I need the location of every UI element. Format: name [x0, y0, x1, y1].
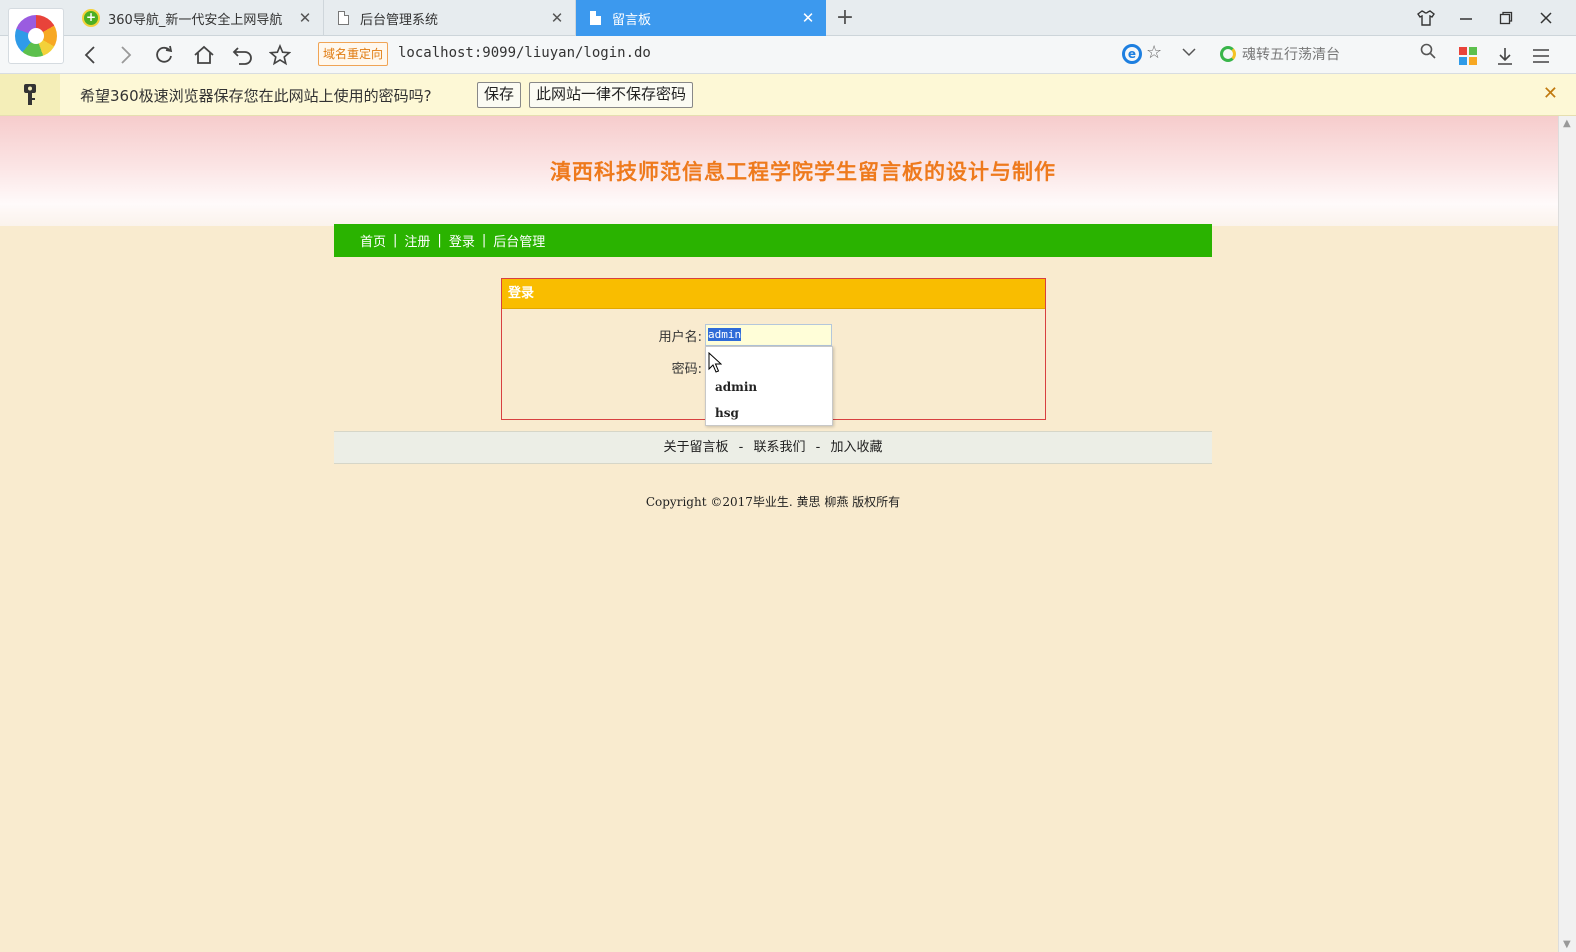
nav-home-link[interactable]: 首页 — [360, 231, 386, 250]
search-box[interactable]: 魂转五行荡清台 — [1214, 42, 1444, 68]
nav-separator: | — [481, 233, 487, 248]
360-nav-icon: + — [82, 9, 100, 27]
scroll-up-icon[interactable]: ▲ — [1563, 118, 1571, 129]
page-banner: 滇西科技师范信息工程学院学生留言板的设计与制作 — [0, 116, 1558, 226]
download-icon[interactable] — [1493, 44, 1517, 68]
bookmark-link[interactable]: 加入收藏 — [830, 440, 882, 455]
site-nav: 首页 | 注册 | 登录 | 后台管理 — [334, 224, 1212, 257]
search-input[interactable]: 魂转五行荡清台 — [1242, 44, 1340, 64]
close-icon[interactable]: ✕ — [1543, 83, 1558, 104]
vertical-scrollbar[interactable]: ▲ ▼ — [1558, 116, 1576, 952]
tab-360-nav[interactable]: + 360导航_新一代安全上网导航 ✕ — [72, 0, 324, 36]
favorites-star-icon[interactable] — [266, 42, 294, 68]
browser-toolbar: 域名重定向 localhost:9099/liuyan/login.do e ☆… — [0, 36, 1576, 74]
apps-icon[interactable] — [1456, 44, 1480, 68]
undo-icon[interactable] — [229, 42, 257, 68]
browser-logo-icon[interactable] — [8, 8, 64, 64]
menu-icon[interactable] — [1529, 44, 1553, 68]
tab-label: 360导航_新一代安全上网导航 — [108, 12, 283, 28]
contact-link[interactable]: 联系我们 — [753, 440, 805, 455]
username-value: admin — [708, 328, 742, 341]
username-input[interactable]: admin — [705, 324, 832, 346]
tab-admin-system[interactable]: 后台管理系统 ✕ — [324, 0, 576, 36]
about-link[interactable]: 关于留言板 — [663, 440, 728, 455]
mouse-cursor-icon — [708, 351, 723, 378]
password-save-message: 希望360极速浏览器保存您在此网站上使用的密码吗? — [80, 87, 432, 105]
login-header: 登录 — [502, 279, 1045, 309]
close-window-button[interactable] — [1526, 0, 1566, 36]
tab-bar: + 360导航_新一代安全上网导航 ✕ 后台管理系统 ✕ 留言板 ✕ + — [0, 0, 1576, 36]
tab-label: 留言板 — [612, 12, 652, 28]
new-tab-button[interactable]: + — [834, 5, 856, 30]
bookmark-star-icon[interactable]: ☆ — [1146, 42, 1162, 63]
footer-separator: - — [815, 440, 821, 455]
home-icon[interactable] — [190, 42, 218, 68]
web-page: 滇西科技师范信息工程学院学生留言板的设计与制作 首页 | 注册 | 登录 | 后… — [0, 116, 1558, 952]
ie-mode-icon[interactable]: e — [1122, 44, 1142, 64]
tab-label: 后台管理系统 — [360, 12, 439, 28]
restore-button[interactable] — [1486, 0, 1526, 36]
nav-separator: | — [437, 233, 442, 248]
close-icon[interactable]: ✕ — [297, 9, 313, 27]
save-password-button[interactable]: 保存 — [477, 82, 522, 108]
key-icon — [0, 74, 60, 115]
close-icon[interactable]: ✕ — [800, 9, 816, 27]
redirect-tag[interactable]: 域名重定向 — [318, 42, 389, 66]
autocomplete-option[interactable]: admin — [715, 380, 757, 394]
scroll-down-icon[interactable]: ▼ — [1563, 939, 1571, 950]
nav-register-link[interactable]: 注册 — [404, 231, 430, 250]
tab-message-board[interactable]: 留言板 ✕ — [576, 0, 826, 36]
document-icon — [586, 9, 604, 27]
footer-separator: - — [738, 440, 744, 455]
minimize-button[interactable] — [1446, 0, 1486, 36]
page-title: 滇西科技师范信息工程学院学生留言板的设计与制作 — [550, 159, 1056, 184]
never-save-password-button[interactable]: 此网站一律不保存密码 — [529, 82, 694, 108]
search-icon[interactable] — [1420, 43, 1436, 64]
forward-icon[interactable] — [112, 42, 140, 68]
document-icon — [334, 9, 352, 27]
username-label: 用户名: — [658, 330, 702, 345]
search-engine-icon — [1220, 46, 1236, 62]
nav-login-link[interactable]: 登录 — [449, 231, 475, 250]
autocomplete-option[interactable]: hsg — [715, 406, 739, 420]
password-save-bar: 希望360极速浏览器保存您在此网站上使用的密码吗? 保存 此网站一律不保存密码 … — [0, 74, 1576, 116]
copyright-text: Copyright ©2017毕业生. 黄思 柳燕 版权所有 — [645, 495, 901, 509]
nav-separator: | — [393, 233, 398, 248]
url-text[interactable]: localhost:9099/liuyan/login.do — [398, 45, 651, 61]
address-bar[interactable]: 域名重定向 localhost:9099/liuyan/login.do e ☆ — [314, 40, 1210, 70]
chevron-down-icon[interactable] — [1182, 42, 1196, 61]
footer-links: 关于留言板 - 联系我们 - 加入收藏 — [334, 431, 1212, 464]
nav-admin-link[interactable]: 后台管理 — [493, 231, 545, 250]
close-icon[interactable]: ✕ — [549, 9, 565, 27]
autocomplete-dropdown: admin hsg — [705, 346, 833, 426]
shirt-skin-icon[interactable] — [1406, 0, 1446, 36]
refresh-icon[interactable] — [150, 42, 178, 68]
back-icon[interactable] — [76, 42, 104, 68]
password-label: 密码: — [671, 362, 702, 377]
